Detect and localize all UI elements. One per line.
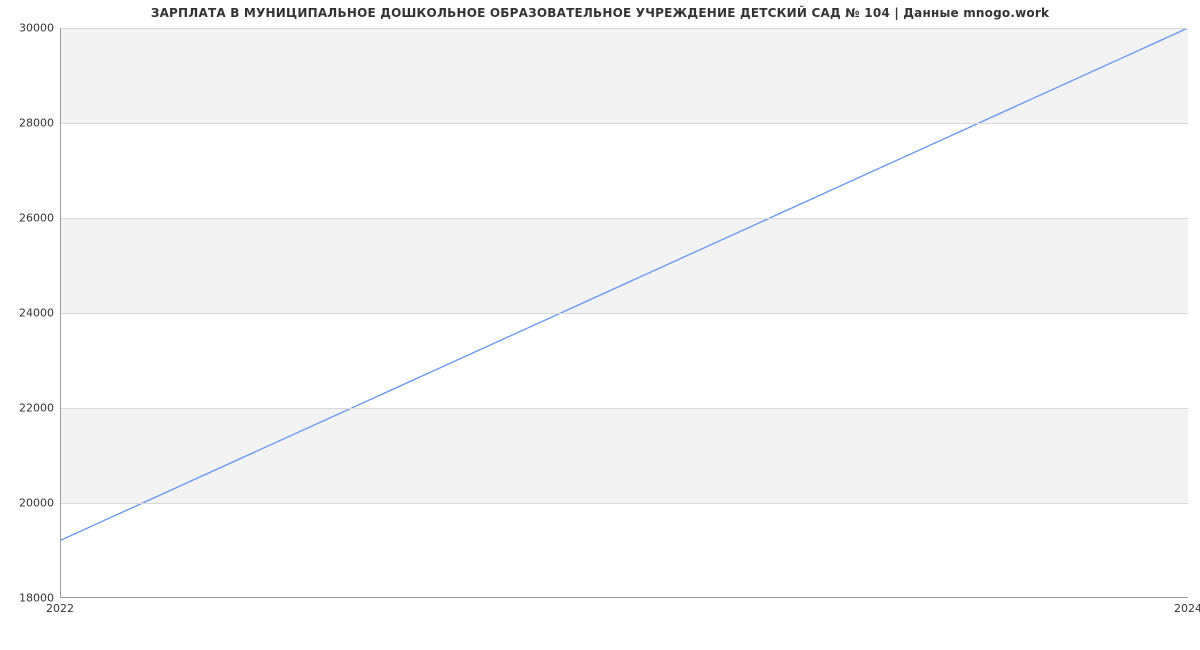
data-line [61,28,1188,540]
x-tick-label: 2024 [1174,602,1200,615]
gridline [61,28,1188,29]
gridline [61,503,1188,504]
y-tick [60,408,61,409]
plot-area [60,28,1188,598]
gridline [61,408,1188,409]
x-tick [61,597,62,598]
y-tick [60,28,61,29]
gridline [61,218,1188,219]
chart-title: ЗАРПЛАТА В МУНИЦИПАЛЬНОЕ ДОШКОЛЬНОЕ ОБРА… [0,6,1200,20]
y-tick-label: 28000 [8,117,54,130]
chart-container: ЗАРПЛАТА В МУНИЦИПАЛЬНОЕ ДОШКОЛЬНОЕ ОБРА… [0,0,1200,650]
y-tick-label: 20000 [8,497,54,510]
y-tick [60,123,61,124]
x-tick-label: 2022 [46,602,74,615]
gridline [61,123,1188,124]
y-tick [60,313,61,314]
y-tick-label: 22000 [8,402,54,415]
y-tick-label: 26000 [8,212,54,225]
y-tick-label: 24000 [8,307,54,320]
gridline [61,313,1188,314]
y-tick-label: 30000 [8,22,54,35]
y-tick [60,218,61,219]
y-tick [60,503,61,504]
